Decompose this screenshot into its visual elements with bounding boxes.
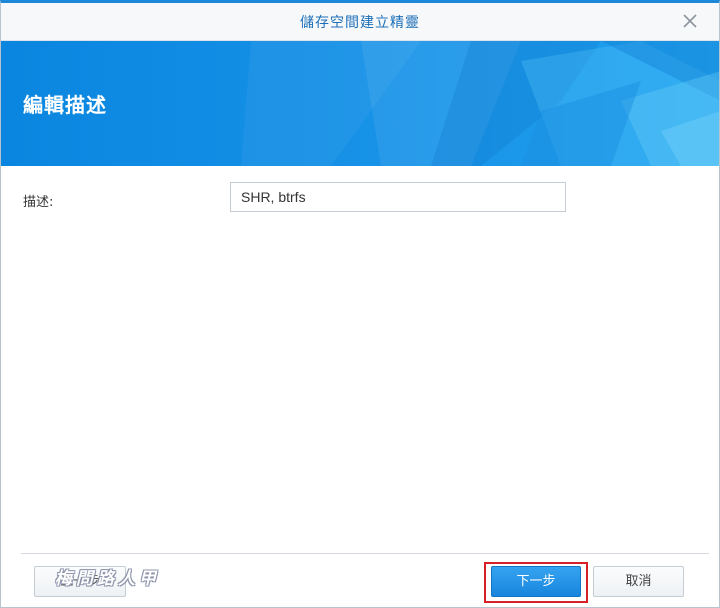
description-input[interactable] — [230, 182, 566, 212]
title-bar: 儲存空間建立精靈 — [1, 3, 719, 41]
close-button[interactable] — [679, 10, 701, 32]
form-area: 描述: — [1, 166, 719, 554]
banner-decoration — [241, 41, 719, 166]
step-title: 編輯描述 — [23, 93, 107, 117]
wizard-window: 儲存空間建立精靈 編輯描述 描述: 上一步 梅問路人甲 下一步 取消 — [0, 0, 720, 608]
next-button-highlight — [484, 562, 588, 603]
description-label: 描述: — [23, 195, 54, 210]
watermark: 梅問路人甲 — [55, 569, 160, 589]
header-banner: 編輯描述 — [1, 41, 719, 166]
window-title: 儲存空間建立精靈 — [300, 15, 420, 31]
close-icon — [683, 14, 697, 28]
footer-divider — [21, 553, 709, 554]
cancel-button[interactable]: 取消 — [593, 566, 684, 597]
